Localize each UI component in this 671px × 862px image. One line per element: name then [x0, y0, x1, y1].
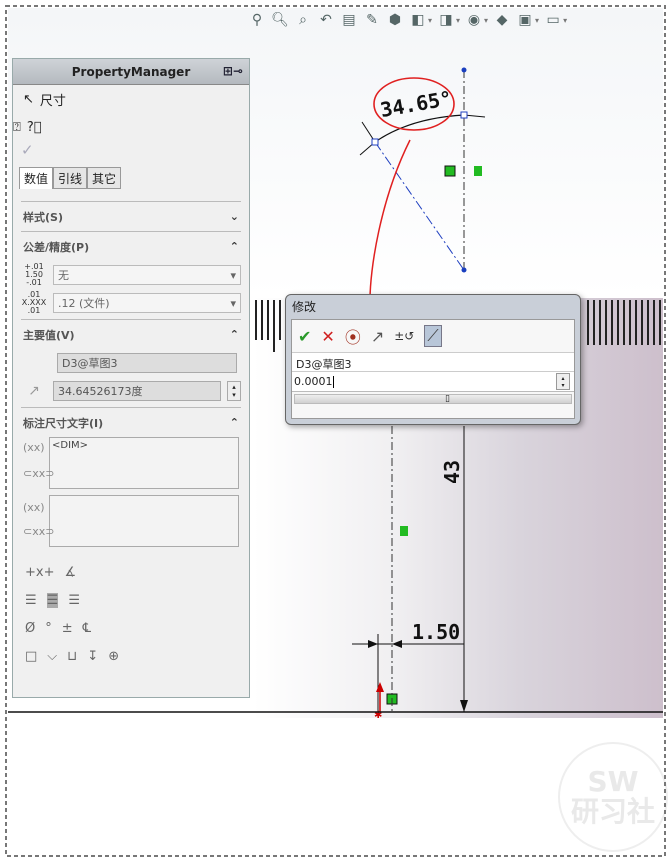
pm-header-label: PropertyManager: [71, 64, 191, 79]
modify-value-text: 0.0001: [294, 375, 333, 388]
eye-icon[interactable]: ◉: [465, 11, 483, 29]
justify-row: ☰ ☰ ☰: [25, 589, 237, 611]
view-orientation-icon[interactable]: ⚲: [248, 11, 266, 29]
diameter-icon[interactable]: Ø: [25, 621, 35, 636]
dim-text-lower[interactable]: [49, 495, 239, 547]
precision-select[interactable]: .12 (文件) ▾: [53, 293, 241, 313]
previous-view-icon[interactable]: ↶: [317, 11, 335, 29]
add-value-icon[interactable]: +x+: [25, 565, 54, 580]
modify-value-input[interactable]: 0.0001 ▴ ▾: [292, 372, 574, 392]
pm-tabs: 数值 引线 其它: [19, 167, 249, 189]
reset-spin-increment-icon[interactable]: ±↺: [394, 329, 414, 343]
align-right-icon[interactable]: ☰: [68, 593, 80, 608]
mark-dimension-icon[interactable]: ⟋: [424, 325, 442, 347]
section-dimension-text[interactable]: 标注尺寸文字(I) ⌃: [21, 407, 241, 437]
section-style-label: 样式(S): [23, 210, 63, 224]
dynamic-annotation-icon[interactable]: ✎: [363, 11, 381, 29]
pm-header: PropertyManager ⊞⊸: [13, 59, 249, 85]
modify-toolbar: ✔ ✕ ⦿ ↗ ±↺ ⟋: [292, 320, 574, 352]
depth-icon[interactable]: ↧: [87, 649, 98, 664]
monitor-icon[interactable]: ▭: [544, 11, 562, 29]
section-style[interactable]: 样式(S) ⌄: [21, 201, 241, 231]
modify-dialog-title: 修改: [292, 300, 317, 314]
tab-leader[interactable]: 引线: [53, 167, 88, 189]
modify-dialog-body: ✔ ✕ ⦿ ↗ ±↺ ⟋ D3@草图3 0.0001 ▴ ▾ ▯: [291, 319, 575, 419]
pin-icon[interactable]: ⊞⊸: [223, 64, 243, 78]
align-left-icon[interactable]: ☰: [25, 593, 37, 608]
chevron-up-icon[interactable]: ⌃: [230, 328, 239, 341]
ok-check-icon[interactable]: ✓: [13, 141, 249, 163]
pm-title-label: 尺寸: [39, 93, 66, 109]
tolerance-type-icon: +.01 1.50 -.01: [24, 262, 44, 287]
edit-appearance-icon[interactable]: ◨: [437, 11, 455, 29]
thumbwheel[interactable]: ▯: [294, 394, 572, 404]
apply-scene-icon[interactable]: ◆: [493, 11, 511, 29]
arrow-icon: ↗: [28, 383, 40, 399]
view-settings-icon[interactable]: ▣: [516, 11, 534, 29]
insert-box-icon[interactable]: ⊂xx⊃: [23, 467, 54, 480]
format-row-1: +x+ ∡: [25, 561, 237, 583]
display-style-icon[interactable]: ⬢: [386, 11, 404, 29]
dimension-icon: ↖︎: [23, 91, 34, 107]
dim-text-upper[interactable]: <DIM>: [49, 437, 239, 489]
symbol-row-1: Ø ° ± ℄: [25, 617, 237, 639]
solidworks-window: ✱ 34.65° 43 1.50 ⚲ 🔍︎ ⌕ ↶ ▤ ✎ ⬢ ◧ ▾ ◨ ▾ ◉ ▾…: [0, 0, 671, 862]
tab-other[interactable]: 其它: [87, 167, 122, 189]
angled-line[interactable]: [374, 141, 465, 271]
precision-row: .01 X.XXX .01 .12 (文件) ▾: [21, 291, 241, 315]
horizontal-dimension-text[interactable]: 1.50: [412, 620, 460, 644]
vertical-dimension-text[interactable]: 43: [440, 460, 464, 484]
insert-parens-icon-2[interactable]: (xx): [23, 501, 45, 514]
angle-symbol-icon[interactable]: ∡: [64, 565, 76, 580]
centerline-symbol-icon[interactable]: ℄: [83, 621, 91, 636]
more-symbols-icon[interactable]: ⊕: [108, 649, 119, 664]
zoom-area-icon[interactable]: ⌕: [294, 11, 312, 29]
section-primary-value[interactable]: 主要值(V) ⌃: [21, 319, 241, 349]
modify-dialog: 修改 ✔ ✕ ⦿ ↗ ±↺ ⟋ D3@草图3 0.0001 ▴ ▾ ▯: [285, 294, 581, 425]
symbol-row-2: □ ⌵ ⊔ ↧ ⊕: [25, 645, 237, 667]
counterbore-icon[interactable]: ⊔: [67, 649, 77, 664]
section-view-icon[interactable]: ▤: [340, 11, 358, 29]
tolerance-row: +.01 1.50 -.01 无 ▾: [21, 263, 241, 287]
heads-up-toolbar: ⚲ 🔍︎ ⌕ ↶ ▤ ✎ ⬢ ◧ ▾ ◨ ▾ ◉ ▾ ◆ ▣ ▾ ▭ ▾: [248, 8, 567, 32]
pm-title: ↖︎ 尺寸: [13, 85, 249, 113]
chevron-up-icon[interactable]: ⌃: [230, 416, 239, 429]
precision-icon: .01 X.XXX .01: [21, 290, 47, 315]
primary-value-spinner[interactable]: ▴ ▾: [227, 381, 241, 401]
hide-show-icon[interactable]: ◧: [409, 11, 427, 29]
section-text-label: 标注尺寸文字(I): [23, 416, 104, 430]
modify-dim-name: D3@草图3: [292, 352, 574, 372]
help-icons: ⍰ ?⃝: [13, 113, 249, 141]
cancel-icon[interactable]: ✕: [321, 327, 334, 346]
tolerance-select[interactable]: 无 ▾: [53, 265, 241, 285]
primary-name-field[interactable]: D3@草图3: [57, 353, 237, 373]
primary-value-field[interactable]: 34.64526173度: [53, 381, 221, 401]
primary-name-row: D3@草图3: [57, 351, 241, 375]
property-manager: PropertyManager ⊞⊸ ↖︎ 尺寸 ⍰ ?⃝ ✓ 数值 引线 其它…: [12, 58, 250, 698]
section-tolerance[interactable]: 公差/精度(P) ⌃: [21, 231, 241, 261]
section-primary-label: 主要值(V): [23, 328, 75, 342]
help-icon[interactable]: ?⃝: [27, 120, 42, 135]
insert-box-icon-2[interactable]: ⊂xx⊃: [23, 525, 54, 538]
degree-icon[interactable]: °: [45, 621, 52, 636]
rebuild-icon[interactable]: ⦿: [345, 324, 361, 348]
primary-value-row: ↗ 34.64526173度 ▴ ▾: [21, 379, 241, 403]
chevron-down-icon[interactable]: ⌄: [230, 210, 239, 223]
plus-minus-icon[interactable]: ±: [62, 621, 73, 636]
tab-value[interactable]: 数值: [19, 167, 54, 189]
chevron-up-icon[interactable]: ⌃: [230, 240, 239, 253]
ok-icon[interactable]: ✔: [298, 327, 311, 346]
zoom-fit-icon[interactable]: 🔍︎: [271, 11, 289, 29]
square-icon[interactable]: □: [25, 649, 37, 664]
watermark-logo: SW 研习社: [558, 742, 668, 852]
align-center-icon[interactable]: ☰: [46, 592, 59, 608]
countersink-icon[interactable]: ⌵: [47, 649, 57, 664]
section-tolerance-label: 公差/精度(P): [23, 240, 90, 254]
reverse-icon[interactable]: ↗: [371, 327, 384, 346]
relation-marker[interactable]: [444, 165, 456, 177]
insert-parens-icon[interactable]: (xx): [23, 441, 45, 454]
whats-new-icon[interactable]: ⍰: [13, 120, 21, 135]
modify-value-spinner[interactable]: ▴ ▾: [556, 373, 570, 390]
